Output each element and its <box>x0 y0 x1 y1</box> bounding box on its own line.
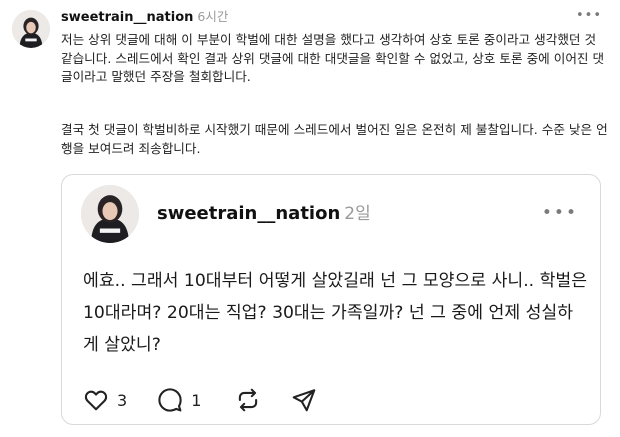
share-button[interactable] <box>291 387 317 413</box>
repost-icon <box>239 388 258 412</box>
post-header: sweetrain__nation 6시간 <box>61 8 228 27</box>
avatar-photo-icon <box>81 185 139 243</box>
post-username[interactable]: sweetrain__nation <box>61 10 193 25</box>
post-avatar[interactable] <box>12 10 50 48</box>
quoted-post-username[interactable]: sweetrain__nation <box>157 203 340 224</box>
repost-button[interactable] <box>235 387 261 413</box>
reply-count: 1 <box>191 390 202 410</box>
heart-icon <box>84 390 108 411</box>
reply-button[interactable]: 1 <box>157 387 201 413</box>
like-button[interactable]: 3 <box>83 387 127 413</box>
post-time: 6시간 <box>197 9 229 24</box>
post-paragraph: 결국 첫 댓글이 학벌비하로 시작했기 때문에 스레드에서 벌어진 일은 온전히… <box>61 122 608 156</box>
more-icon[interactable]: ••• <box>542 203 578 223</box>
quoted-post-card[interactable]: sweetrain__nation 2일 ••• 에효.. 그래서 10대부터 어… <box>61 174 601 425</box>
like-count: 3 <box>117 390 128 410</box>
quoted-post-body: 에효.. 그래서 10대부터 어떻게 살았길래 넌 그 모양으로 사니.. 학벌… <box>83 271 588 355</box>
comment-icon <box>158 388 182 412</box>
post-paragraph: 저는 상위 댓글에 대해 이 부분이 학벌에 대한 설명을 했다고 생각하여 상… <box>61 32 605 84</box>
more-icon[interactable]: ••• <box>576 8 602 23</box>
avatar-photo-icon <box>12 10 50 48</box>
quoted-post-header: sweetrain__nation 2일 <box>157 202 371 226</box>
action-bar: 3 1 <box>83 386 347 414</box>
quoted-post-time: 2일 <box>344 204 371 224</box>
share-icon <box>293 389 316 412</box>
quoted-post-avatar[interactable] <box>81 185 139 243</box>
